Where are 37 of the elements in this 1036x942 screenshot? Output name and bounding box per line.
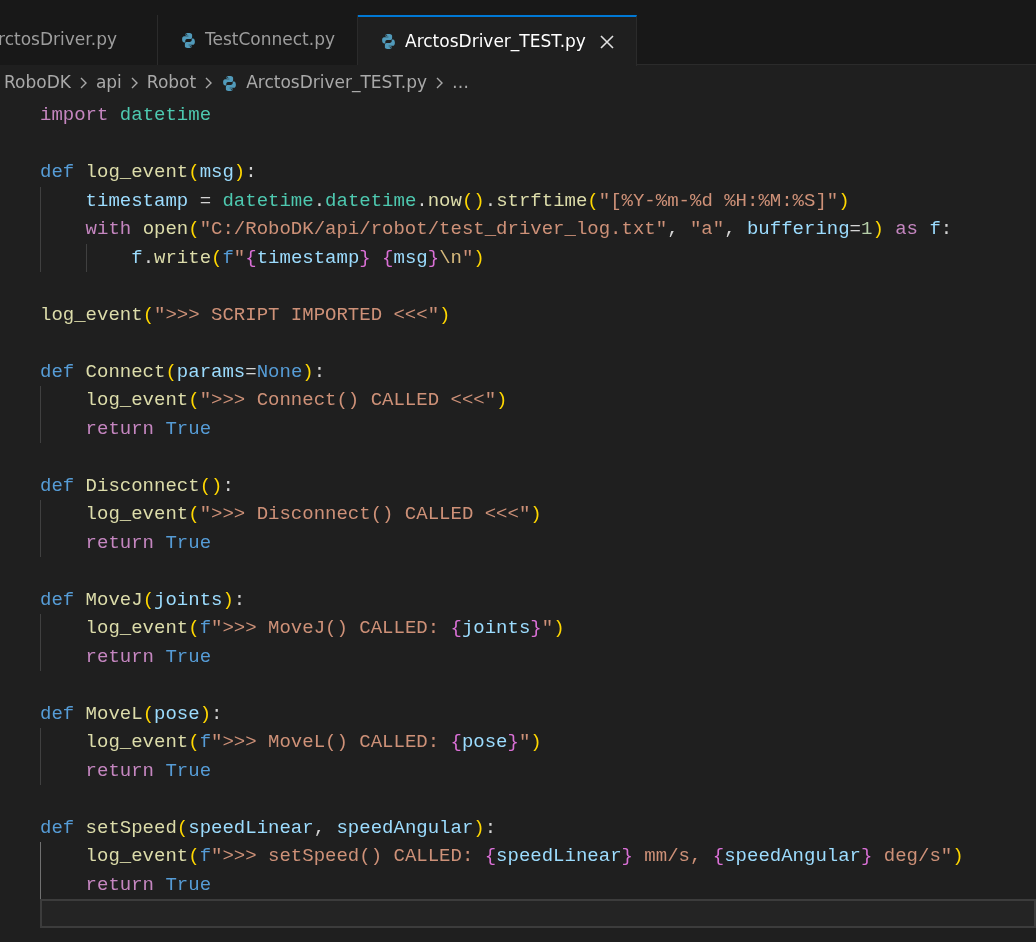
breadcrumb-item[interactable]: api	[95, 70, 122, 96]
code-line: def Disconnect():	[40, 473, 235, 499]
chevron-right-icon	[435, 76, 444, 90]
breadcrumb-item[interactable]: ArctosDriver_TEST.py	[221, 70, 427, 96]
chevron-right-icon	[129, 76, 139, 90]
python-file-icon	[380, 33, 398, 50]
code-line: def MoveJ(joints):	[40, 587, 247, 613]
code-line: import datetime	[40, 103, 213, 128]
python-file-icon	[221, 74, 239, 92]
code-line: log_event(f">>> MoveJ() CALLED: {joints}")	[40, 614, 1036, 643]
python-file-icon	[180, 31, 197, 49]
code-line: log_event(f">>> MoveL() CALLED: {pose}")	[40, 728, 1036, 757]
code-line: log_event(">>> SCRIPT IMPORTED <<<")	[40, 302, 452, 328]
code-line: return True	[40, 414, 1036, 443]
code-line: with open("C:/RoboDK/api/robot/test_driver_log.txt", "a", buffering=1) as f:	[40, 215, 1036, 244]
breadcrumb-item[interactable]: Robot	[146, 70, 197, 96]
editor-tab[interactable]: rctosDriver.py	[0, 15, 158, 65]
editor-tab[interactable]: TestConnect.py	[158, 15, 359, 65]
chevron-right-icon	[78, 76, 88, 90]
code-line: def MoveL(pose):	[40, 701, 224, 727]
code-line: log_event(">>> Disconnect() CALLED <<<")	[40, 500, 1036, 529]
code-line: log_event(">>> Connect() CALLED <<<")	[40, 386, 1036, 415]
code-line: log_event(f">>> setSpeed() CALLED: {speedLinear} mm/s, {speedAngular} deg/s")	[40, 842, 1036, 871]
code-line: def setSpeed(speedLinear, speedAngular):	[40, 815, 498, 841]
code-line: return True	[40, 756, 1036, 785]
code-line: f.write(f"{timestamp} {msg}\n")	[40, 243, 1036, 272]
chevron-right-icon	[204, 76, 214, 90]
code-line: return True	[40, 870, 1036, 899]
breadcrumb-item[interactable]: …	[452, 70, 469, 96]
breadcrumb-item[interactable]: RoboDK	[4, 70, 71, 96]
code-line: timestamp = datetime.datetime.now().strftime("[%Y-%m-%d %H:%M:%S]")	[40, 186, 1036, 215]
code-line: return True	[40, 642, 1036, 671]
code-line: def Connect(params=None):	[40, 359, 327, 385]
editor-tab[interactable]: ArctosDriver_TEST.py	[358, 15, 637, 66]
code-line: return True	[40, 528, 1036, 557]
code-line: def log_event(msg):	[40, 160, 258, 185]
close-icon[interactable]	[599, 34, 614, 49]
